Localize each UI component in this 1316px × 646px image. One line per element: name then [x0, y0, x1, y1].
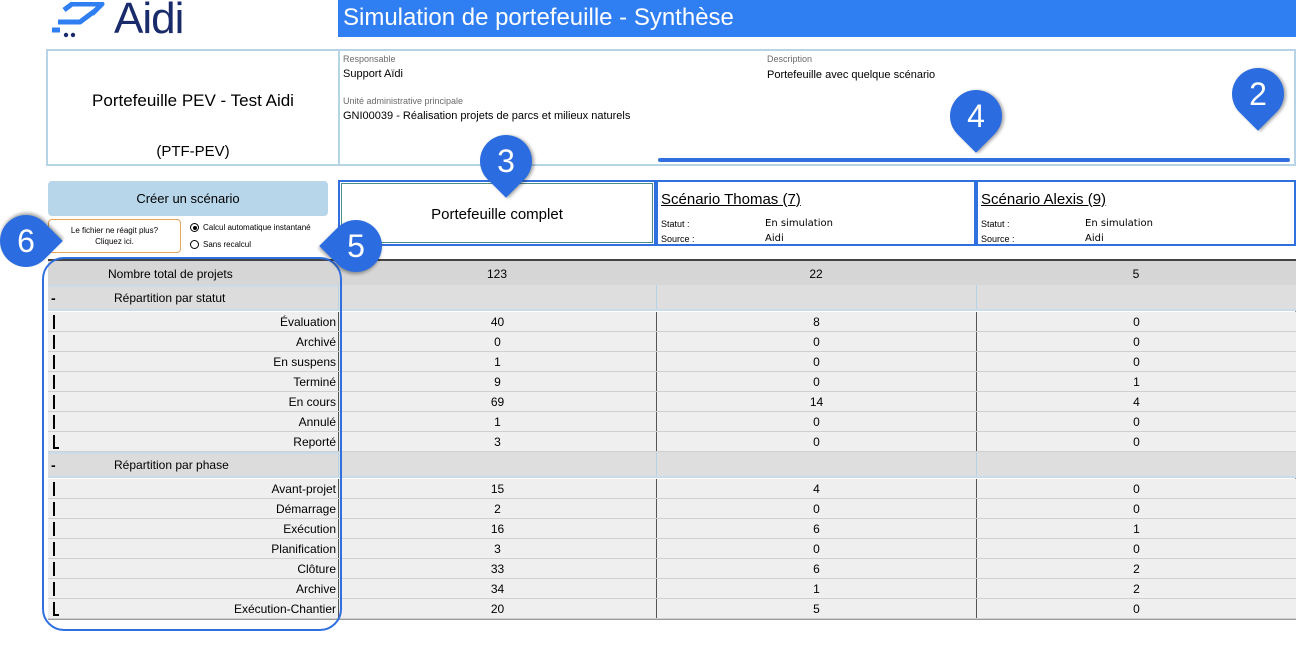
radio-selected-icon — [190, 223, 199, 232]
portfolio-identity: Portefeuille PEV - Test Aidi (PTF-PEV) — [48, 51, 340, 164]
column-full-label: Portefeuille complet — [431, 206, 563, 223]
portfolio-code: (PTF-PEV) — [156, 143, 230, 160]
unite-value: GNI00039 - Réalisation projets de parcs … — [343, 110, 631, 122]
responsable-value: Support Aïdi — [343, 68, 403, 80]
logo-text: Aidi — [114, 0, 184, 43]
description-label: Description — [767, 54, 813, 64]
create-scenario-button[interactable]: Créer un scénario — [48, 181, 328, 216]
callout-5: 5 — [319, 209, 393, 283]
column-scenario-thomas: Scénario Thomas (7) Statut : En simulati… — [656, 180, 976, 246]
label-column-highlight — [42, 257, 342, 631]
responsable-label: Responsable — [343, 54, 396, 64]
total-value-thomas: 22 — [809, 267, 823, 281]
scenario-source-label: Source : — [661, 234, 695, 244]
total-value-alexis: 5 — [1132, 267, 1140, 281]
page-title: Simulation de portefeuille - Synthèse — [343, 4, 734, 31]
scenario-statut-label: Statut : — [661, 219, 690, 229]
unite-label: Unité administrative principale — [343, 96, 464, 106]
description-value: Portefeuille avec quelque scénario — [767, 69, 936, 81]
scenario-title-link[interactable]: Scénario Alexis (9) — [981, 191, 1106, 208]
title-bar: Simulation de portefeuille - Synthèse — [338, 0, 1296, 37]
scenario-statut-label: Statut : — [981, 219, 1010, 229]
portfolio-info-panel: Portefeuille PEV - Test Aidi (PTF-PEV) R… — [46, 49, 1296, 166]
progress-indicator — [658, 158, 1290, 162]
scenario-title-link[interactable]: Scénario Thomas (7) — [661, 191, 801, 208]
unresponsive-line-1: Le fichier ne réagit plus? — [70, 226, 159, 235]
unresponsive-line-2: Cliquez ici. — [95, 237, 134, 246]
radio-auto-label: Calcul automatique instantané — [203, 223, 311, 232]
portfolio-name: Portefeuille PEV - Test Aidi — [92, 91, 294, 110]
radio-manual-label: Sans recalcul — [203, 240, 252, 249]
radio-auto-calc[interactable]: Calcul automatique instantané — [190, 223, 311, 232]
callout-4: 4 — [939, 79, 1013, 153]
radio-unselected-icon — [190, 240, 199, 249]
radio-no-recalc[interactable]: Sans recalcul — [190, 240, 251, 249]
scenario-statut-value: En simulation — [765, 218, 833, 229]
scenario-statut-value: En simulation — [1085, 218, 1153, 229]
scenario-source-value: Aidi — [1085, 233, 1104, 244]
column-full-portfolio[interactable]: Portefeuille complet — [338, 180, 656, 246]
unresponsive-file-button[interactable]: Le fichier ne réagit plus? Cliquez ici. — [48, 219, 181, 253]
total-value-full: 123 — [486, 267, 508, 281]
callout-2: 2 — [1221, 57, 1295, 131]
aidi-logo-icon — [52, 2, 105, 38]
aidi-logo: Aidi — [50, 0, 200, 43]
column-scenario-alexis: Scénario Alexis (9) Statut : En simulati… — [976, 180, 1296, 246]
scenario-source-value: Aidi — [765, 233, 784, 244]
scenario-source-label: Source : — [981, 234, 1015, 244]
callout-3: 3 — [469, 124, 543, 198]
